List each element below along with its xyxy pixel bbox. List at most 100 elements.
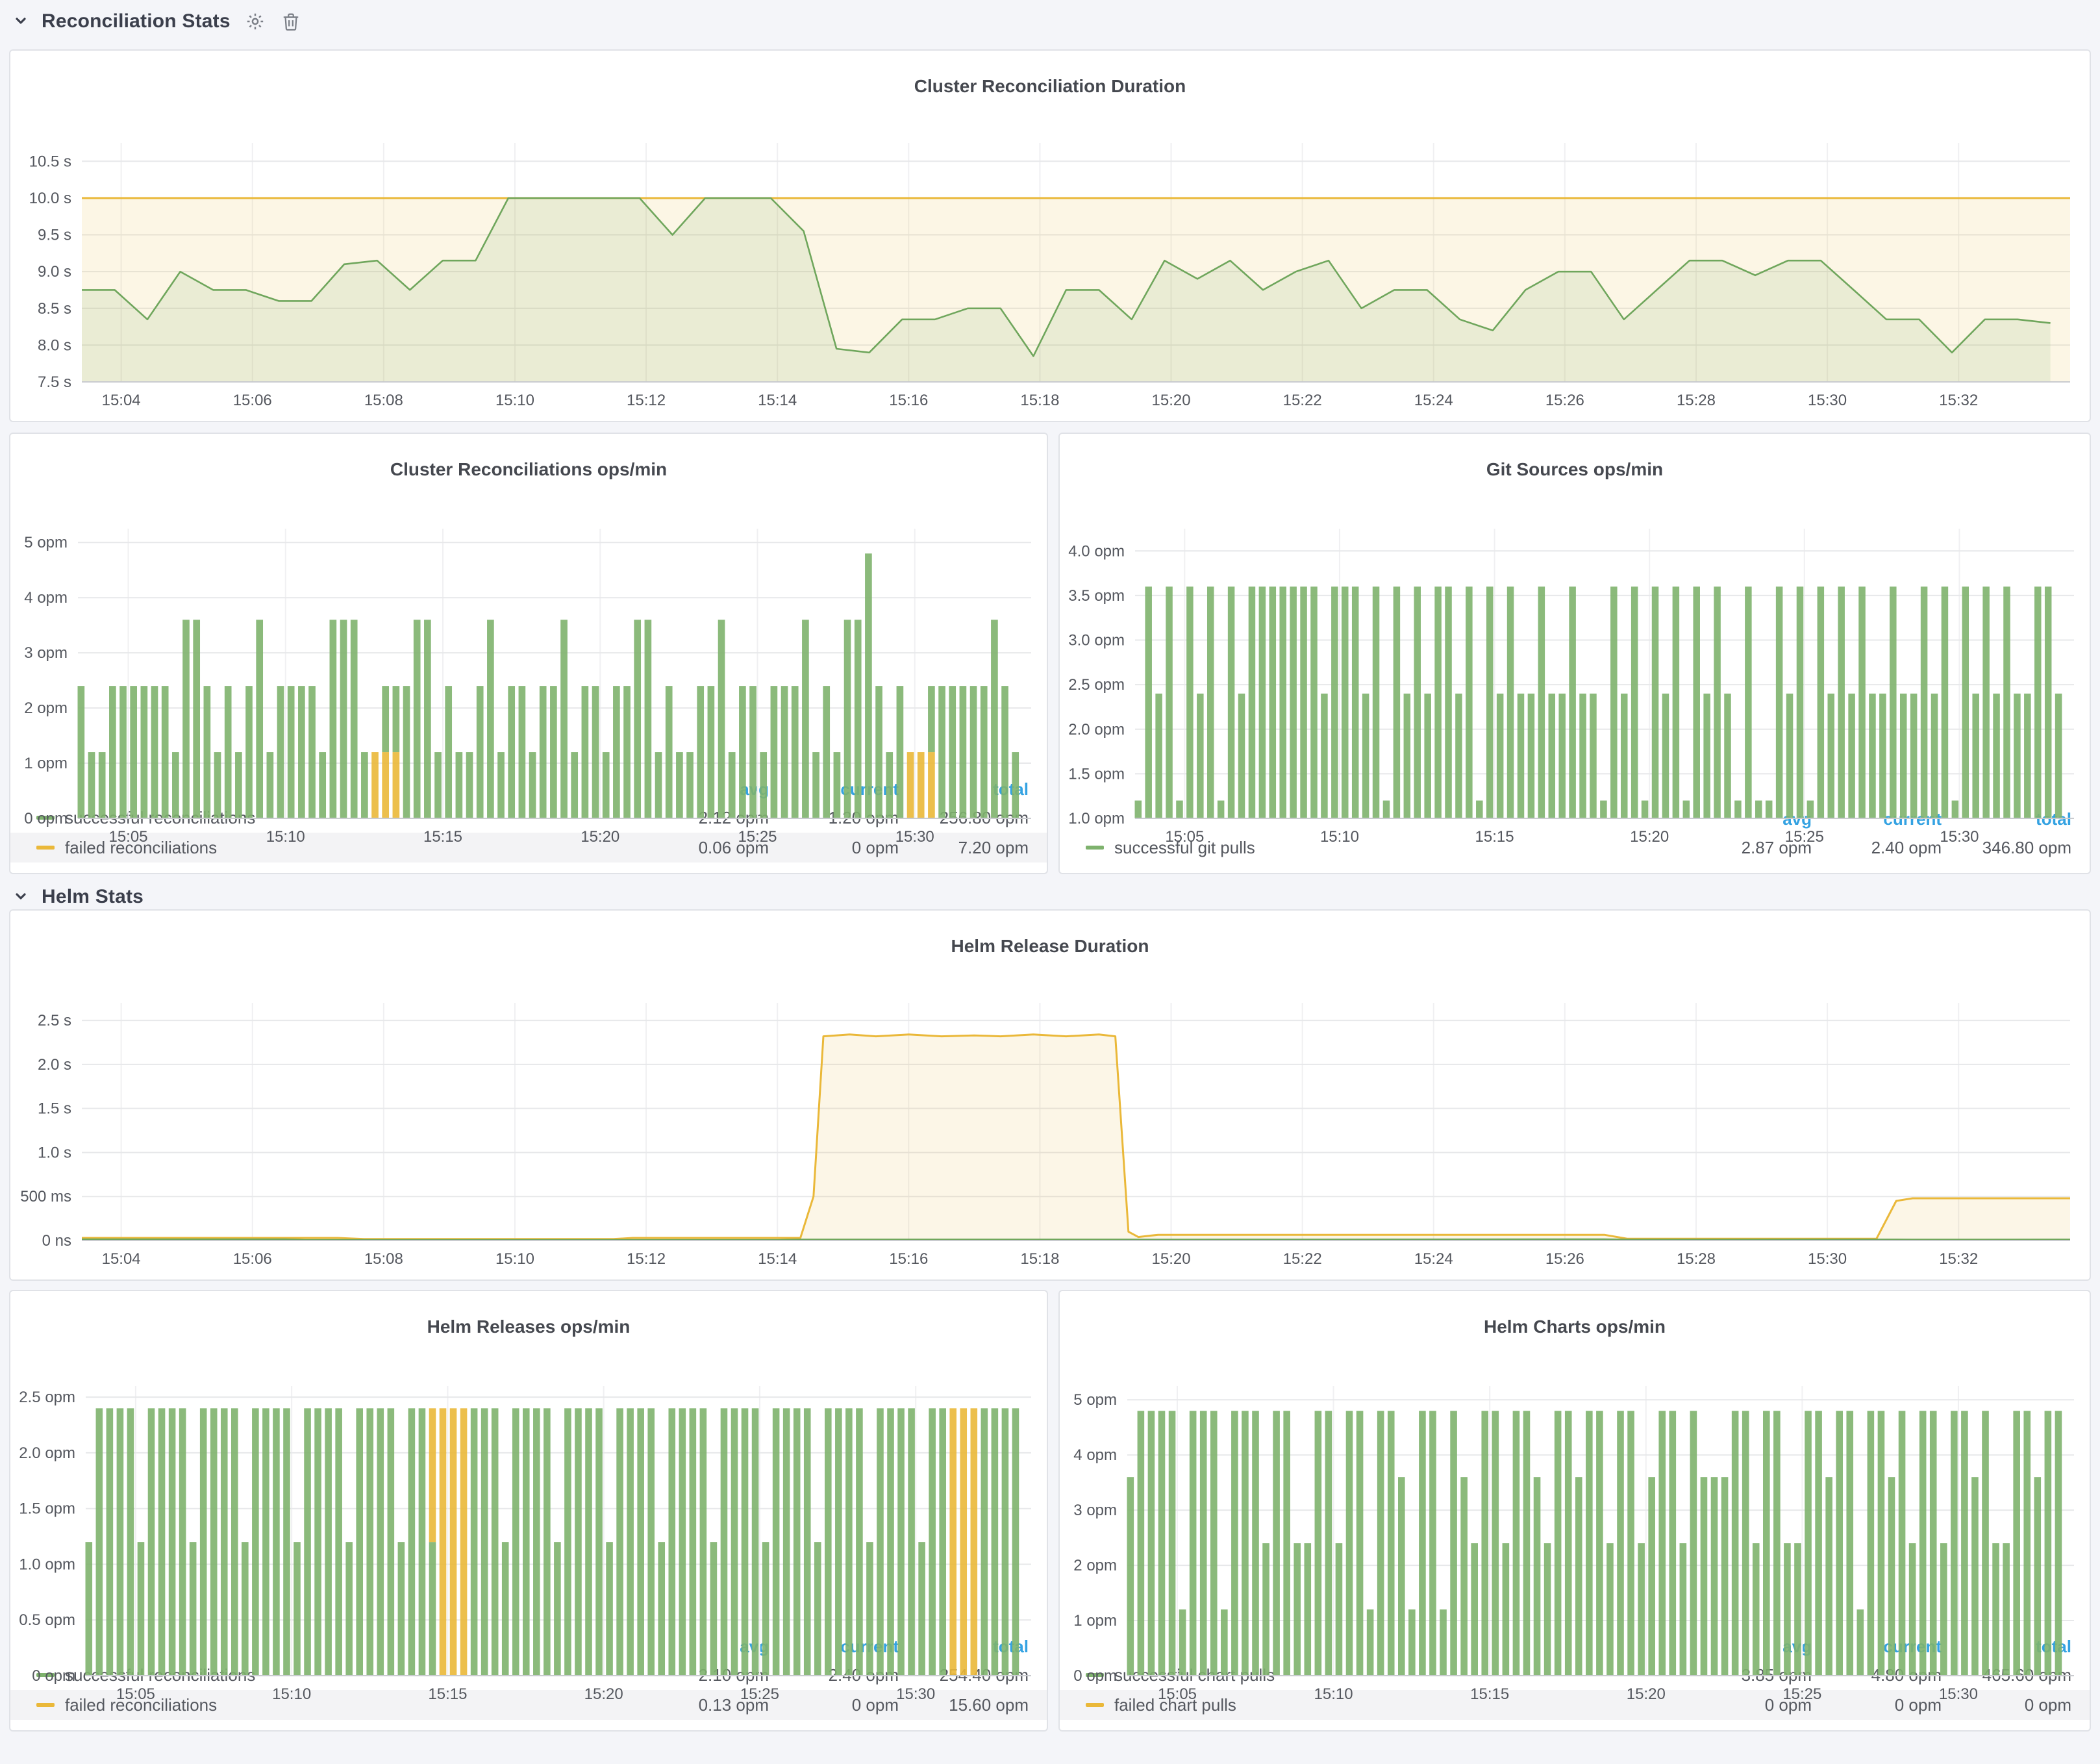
svg-text:15:20: 15:20 — [581, 828, 619, 846]
svg-text:15:25: 15:25 — [1782, 1685, 1821, 1703]
chevron-down-icon — [13, 13, 29, 29]
panel-helm-charts-ops: Helm Charts ops/min 15:0515:1015:1515:20… — [1058, 1290, 2091, 1732]
svg-text:15:30: 15:30 — [896, 1685, 935, 1703]
svg-text:0 opm: 0 opm — [24, 810, 68, 827]
svg-text:15:30: 15:30 — [895, 828, 934, 846]
svg-text:1.0 opm: 1.0 opm — [1068, 810, 1125, 827]
svg-text:9.0 s: 9.0 s — [38, 264, 71, 281]
section-header-helm-stats[interactable]: Helm Stats — [13, 881, 144, 912]
svg-text:1.5 opm: 1.5 opm — [1068, 766, 1125, 783]
panel-title[interactable]: Cluster Reconciliation Duration — [10, 66, 2090, 105]
helm-releases-ops-chart[interactable]: 15:0515:1015:1515:2015:2515:300 opm0.5 o… — [10, 1360, 1047, 1633]
svg-text:9.5 s: 9.5 s — [38, 227, 71, 244]
svg-text:15:24: 15:24 — [1414, 392, 1453, 409]
svg-text:15:26: 15:26 — [1545, 392, 1584, 409]
panel-title[interactable]: Cluster Reconciliations ops/min — [10, 449, 1047, 488]
svg-text:15:18: 15:18 — [1020, 392, 1059, 409]
svg-text:1.0 opm: 1.0 opm — [19, 1556, 75, 1574]
cluster-reconciliation-duration-svg: 15:0415:0615:0815:1015:1215:1415:1615:18… — [10, 120, 2090, 421]
svg-text:1 opm: 1 opm — [24, 755, 68, 772]
svg-text:15:20: 15:20 — [1627, 1685, 1666, 1703]
svg-text:15:28: 15:28 — [1677, 1250, 1716, 1268]
svg-text:15:24: 15:24 — [1414, 1250, 1453, 1268]
svg-text:2.5 opm: 2.5 opm — [19, 1389, 75, 1407]
trash-icon[interactable] — [280, 9, 303, 32]
svg-text:3.0 opm: 3.0 opm — [1068, 632, 1125, 649]
svg-text:15:20: 15:20 — [1630, 828, 1669, 846]
svg-text:15:04: 15:04 — [102, 392, 141, 409]
svg-text:15:22: 15:22 — [1283, 1250, 1322, 1268]
svg-text:7.5 s: 7.5 s — [38, 373, 71, 391]
svg-text:15:30: 15:30 — [1808, 1250, 1847, 1268]
svg-text:15:15: 15:15 — [1475, 828, 1514, 846]
panel-title[interactable]: Helm Charts ops/min — [1060, 1306, 2090, 1345]
svg-text:15:08: 15:08 — [364, 1250, 403, 1268]
svg-text:2.0 opm: 2.0 opm — [1068, 721, 1125, 738]
gear-icon[interactable] — [244, 9, 267, 32]
cluster-reconciliation-duration-chart[interactable]: 15:0415:0615:0815:1015:1215:1415:1615:18… — [10, 120, 2090, 421]
svg-text:500 ms: 500 ms — [20, 1189, 71, 1206]
svg-text:15:05: 15:05 — [108, 828, 147, 846]
git-sources-ops-chart[interactable]: 15:0515:1015:1515:2015:2515:301.0 opm1.5… — [1060, 503, 2090, 805]
svg-text:15:18: 15:18 — [1020, 1250, 1059, 1268]
svg-text:15:25: 15:25 — [1785, 828, 1824, 846]
panel-title[interactable]: Helm Release Duration — [10, 926, 2090, 964]
svg-text:15:05: 15:05 — [116, 1685, 155, 1703]
helm-charts-ops-chart[interactable]: 15:0515:1015:1515:2015:2515:300 opm1 opm… — [1060, 1360, 2090, 1633]
svg-text:15:20: 15:20 — [584, 1685, 623, 1703]
svg-text:1.5 s: 1.5 s — [38, 1100, 71, 1118]
svg-text:2.5 s: 2.5 s — [38, 1013, 71, 1030]
svg-text:15:04: 15:04 — [102, 1250, 141, 1268]
helm-charts-ops-svg: 15:0515:1015:1515:2015:2515:300 opm1 opm… — [1060, 1360, 2090, 1720]
svg-text:15:10: 15:10 — [1314, 1685, 1353, 1703]
svg-text:15:06: 15:06 — [233, 1250, 272, 1268]
svg-text:3 opm: 3 opm — [1073, 1502, 1117, 1520]
svg-text:10.0 s: 10.0 s — [29, 190, 71, 207]
svg-text:0 ns: 0 ns — [42, 1232, 71, 1250]
svg-text:1.0 s: 1.0 s — [38, 1144, 71, 1162]
svg-text:15:06: 15:06 — [233, 392, 272, 409]
svg-text:15:30: 15:30 — [1939, 1685, 1978, 1703]
svg-text:15:15: 15:15 — [1470, 1685, 1509, 1703]
panel-title[interactable]: Helm Releases ops/min — [10, 1306, 1047, 1345]
panel-cluster-reconciliation-duration: Cluster Reconciliation Duration 15:04 15:… — [9, 49, 2091, 422]
svg-text:5 opm: 5 opm — [1073, 1392, 1117, 1409]
cluster-reconciliations-ops-chart[interactable]: 15:0515:1015:1515:2015:2515:300 opm1 opm… — [10, 503, 1047, 775]
svg-text:0 opm: 0 opm — [32, 1667, 75, 1685]
svg-text:15:16: 15:16 — [889, 1250, 928, 1268]
svg-text:4 opm: 4 opm — [24, 590, 68, 607]
git-sources-ops-svg: 15:0515:1015:1515:2015:2515:301.0 opm1.5… — [1060, 503, 2090, 863]
svg-text:15:25: 15:25 — [740, 1685, 779, 1703]
svg-text:0.5 opm: 0.5 opm — [19, 1612, 75, 1630]
svg-text:15:10: 15:10 — [495, 392, 534, 409]
svg-text:15:05: 15:05 — [1158, 1685, 1197, 1703]
chevron-down-icon — [13, 888, 29, 904]
svg-text:3 opm: 3 opm — [24, 645, 68, 662]
section-title: Reconciliation Stats — [42, 10, 231, 32]
svg-text:15:15: 15:15 — [423, 828, 462, 846]
svg-text:0 opm: 0 opm — [1073, 1667, 1117, 1685]
svg-text:10.5 s: 10.5 s — [29, 153, 71, 171]
svg-text:8.5 s: 8.5 s — [38, 300, 71, 318]
helm-release-duration-chart[interactable]: 15:0415:0615:0815:1015:1215:1415:1615:18… — [10, 979, 2090, 1279]
svg-text:2.0 opm: 2.0 opm — [19, 1444, 75, 1462]
svg-text:15:28: 15:28 — [1677, 392, 1716, 409]
svg-text:15:20: 15:20 — [1152, 392, 1191, 409]
svg-text:15:32: 15:32 — [1939, 392, 1978, 409]
svg-text:4 opm: 4 opm — [1073, 1447, 1117, 1465]
svg-text:1.5 opm: 1.5 opm — [19, 1500, 75, 1518]
svg-text:2 opm: 2 opm — [1073, 1557, 1117, 1575]
svg-text:15:08: 15:08 — [364, 392, 403, 409]
section-header-reconciliation-stats[interactable]: Reconciliation Stats — [13, 5, 303, 36]
panel-title[interactable]: Git Sources ops/min — [1060, 449, 2090, 488]
svg-text:15:26: 15:26 — [1545, 1250, 1584, 1268]
svg-text:15:12: 15:12 — [627, 392, 666, 409]
svg-text:5 opm: 5 opm — [24, 535, 68, 552]
svg-text:2.5 opm: 2.5 opm — [1068, 677, 1125, 694]
section-title: Helm Stats — [42, 885, 144, 907]
svg-text:15:10: 15:10 — [272, 1685, 311, 1703]
svg-text:15:10: 15:10 — [495, 1250, 534, 1268]
panel-git-sources-ops: Git Sources ops/min 15:0515:1015:1515:20… — [1058, 433, 2091, 874]
svg-text:15:20: 15:20 — [1152, 1250, 1191, 1268]
svg-text:15:05: 15:05 — [1165, 828, 1204, 846]
